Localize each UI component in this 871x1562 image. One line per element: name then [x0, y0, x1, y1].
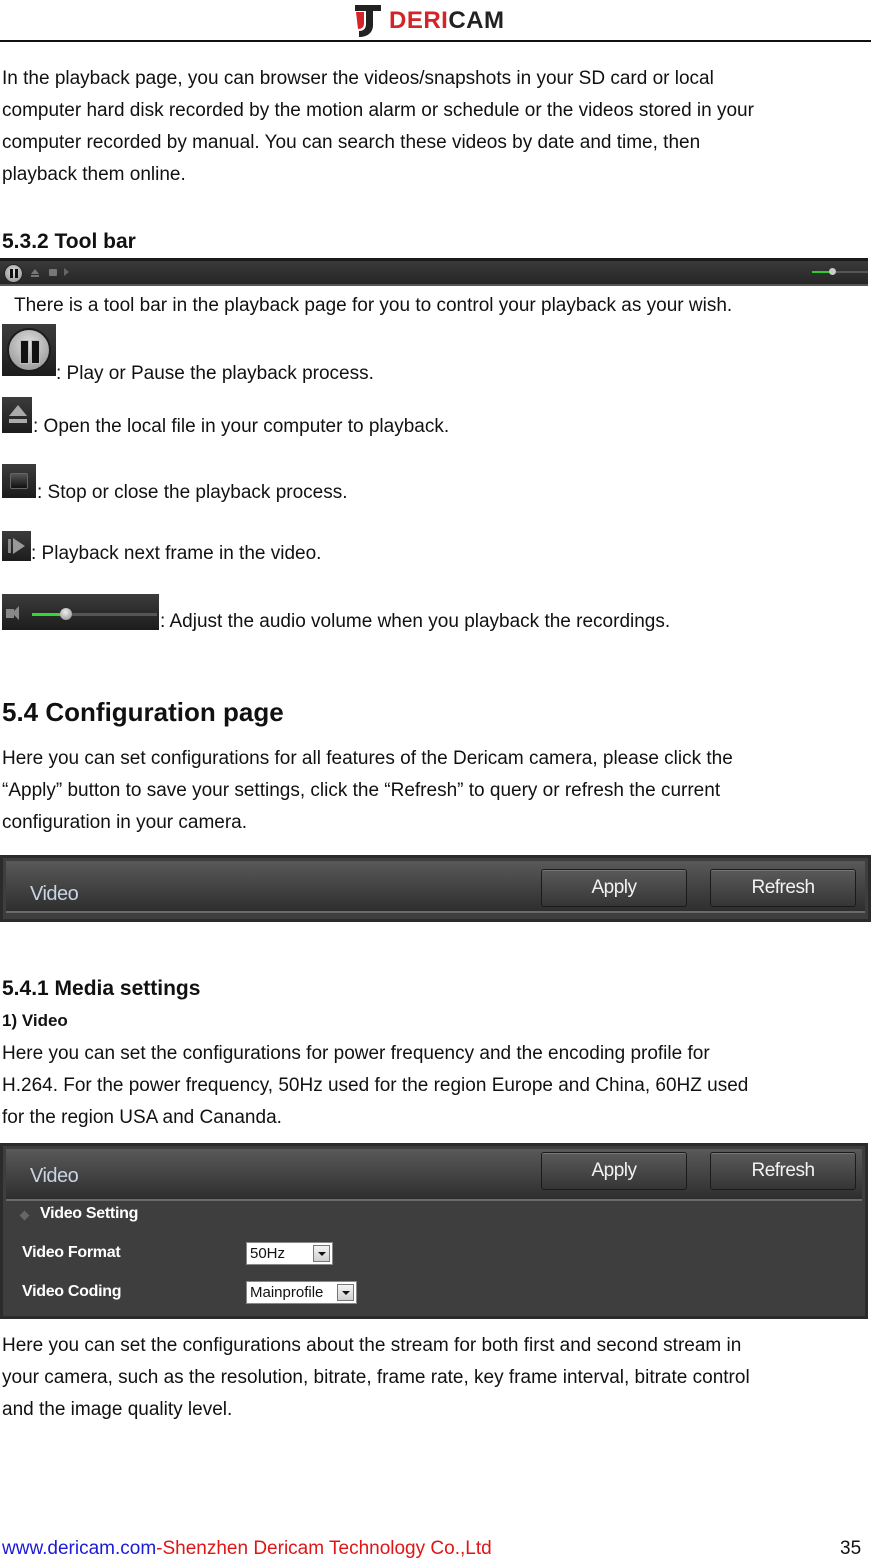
volume-slider-knob[interactable] — [828, 268, 836, 275]
config-line: Here you can set configurations for all … — [2, 748, 733, 769]
media-line: for the region USA and Cananda. — [2, 1107, 282, 1128]
pause-icon[interactable] — [4, 264, 23, 283]
video-coding-select[interactable]: Mainprofile — [246, 1281, 357, 1304]
logo-text: DERICAM — [389, 7, 505, 35]
next-frame-icon — [2, 531, 31, 561]
video-coding-value: Mainprofile — [250, 1284, 324, 1301]
media-paragraph: Here you can set the configurations for … — [2, 1038, 748, 1134]
footer-company: -Shenzhen Dericam Technology Co.,Ltd — [156, 1538, 492, 1559]
media-heading: 5.4.1 Media settings — [2, 977, 201, 1000]
dericam-logo: DERICAM — [353, 3, 505, 39]
next-frame-description: : Playback next frame in the video. — [31, 543, 322, 564]
stop-description: : Stop or close the playback process. — [37, 482, 348, 503]
chevron-down-icon[interactable] — [313, 1245, 330, 1262]
header-rule — [0, 40, 871, 42]
intro-line: playback them online. — [2, 164, 186, 185]
video-panel-header: Video Apply Refresh — [6, 1149, 862, 1201]
video-format-select[interactable]: 50Hz — [246, 1242, 333, 1265]
media-line: H.264. For the power frequency, 50Hz use… — [2, 1075, 749, 1096]
refresh-button[interactable]: Refresh — [710, 1152, 856, 1190]
apply-button[interactable]: Apply — [541, 869, 687, 907]
volume-description: : Adjust the audio volume when you playb… — [160, 611, 671, 632]
stream-line: and the image quality level. — [2, 1399, 233, 1420]
config-line: “Apply” button to save your settings, cl… — [2, 780, 721, 801]
toolbar-description: There is a tool bar in the playback page… — [14, 295, 733, 316]
page-number: 35 — [840, 1538, 862, 1559]
intro-line: In the playback page, you can browser th… — [2, 68, 714, 89]
config-heading: 5.4 Configuration page — [2, 697, 284, 727]
volume-icon — [2, 594, 159, 630]
intro-line: computer hard disk recorded by the motio… — [2, 100, 754, 121]
open-file-description: : Open the local file in your computer t… — [33, 416, 450, 437]
footer-text: www.dericam.com-Shenzhen Dericam Technol… — [2, 1538, 492, 1560]
playback-toolbar — [0, 258, 868, 286]
eject-icon[interactable] — [31, 269, 39, 277]
bullet-icon — [19, 1210, 30, 1221]
stop-icon — [2, 464, 36, 498]
intro-paragraph: In the playback page, you can browser th… — [2, 63, 754, 191]
stop-icon[interactable] — [49, 269, 57, 276]
refresh-button[interactable]: Refresh — [710, 869, 856, 907]
play-pause-icon — [2, 324, 56, 376]
video-format-value: 50Hz — [250, 1245, 286, 1262]
panel-title: Video — [30, 883, 79, 905]
logo-text-red: DERI — [389, 7, 449, 34]
logo-text-dark: CAM — [448, 7, 505, 34]
config-panel: Video Apply Refresh — [0, 855, 871, 922]
stream-line: your camera, such as the resolution, bit… — [2, 1367, 750, 1388]
intro-line: computer recorded by manual. You can sea… — [2, 132, 701, 153]
apply-button[interactable]: Apply — [541, 1152, 687, 1190]
video-coding-label: Video Coding — [22, 1283, 122, 1300]
media-subheading: 1) Video — [2, 1011, 68, 1030]
speaker-icon — [6, 606, 19, 620]
dericam-shield-icon — [355, 5, 381, 37]
video-setting-title: Video Setting — [40, 1205, 139, 1222]
footer-url-link[interactable]: www.dericam.com — [2, 1538, 156, 1559]
stream-paragraph: Here you can set the configurations abou… — [2, 1330, 750, 1426]
next-frame-icon[interactable] — [64, 268, 69, 276]
video-settings-panel: Video Apply Refresh Video Setting Video … — [0, 1143, 868, 1319]
media-line: Here you can set the configurations for … — [2, 1043, 710, 1064]
volume-track — [32, 608, 157, 620]
config-paragraph: Here you can set configurations for all … — [2, 743, 733, 839]
play-pause-description: : Play or Pause the playback process. — [56, 363, 374, 384]
video-format-label: Video Format — [22, 1244, 121, 1261]
config-panel-header: Video Apply Refresh — [6, 861, 865, 913]
toolbar-heading: 5.3.2 Tool bar — [2, 230, 136, 253]
config-line: configuration in your camera. — [2, 812, 248, 833]
panel-title: Video — [30, 1165, 79, 1187]
volume-knob — [59, 608, 72, 620]
chevron-down-icon[interactable] — [337, 1284, 354, 1301]
volume-slider[interactable] — [812, 268, 868, 275]
stream-line: Here you can set the configurations abou… — [2, 1335, 742, 1356]
open-file-icon — [2, 397, 32, 433]
